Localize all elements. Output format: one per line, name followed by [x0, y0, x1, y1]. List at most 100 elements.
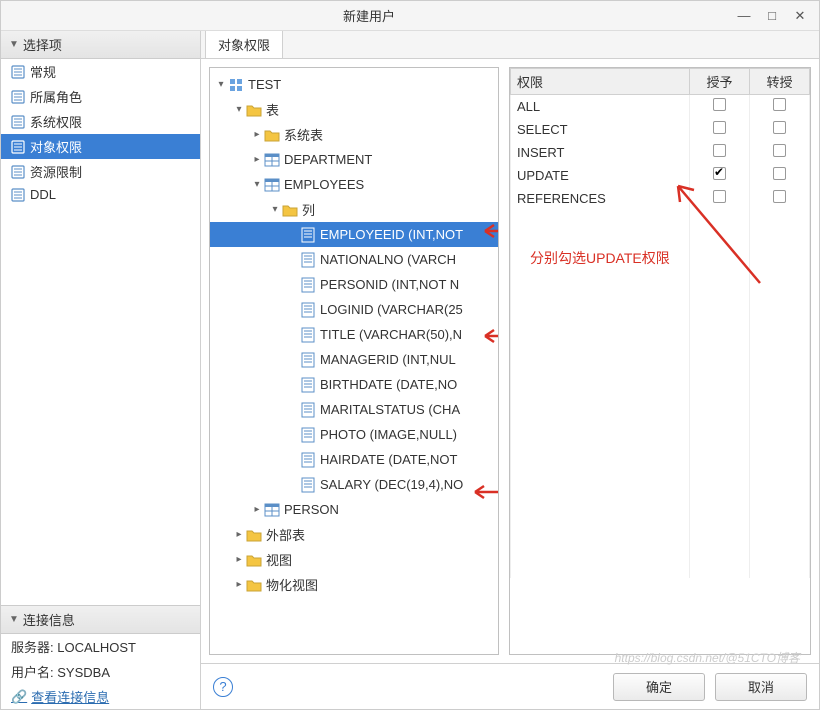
tree-toggle-icon: ▾	[232, 104, 246, 115]
username-row: 用户名: SYSDBA	[1, 659, 200, 684]
tree-toggle-icon: ▾	[268, 204, 282, 215]
grant-checkbox[interactable]	[713, 98, 726, 111]
grant-checkbox[interactable]	[713, 167, 726, 180]
perm-row: SELECT	[511, 118, 810, 141]
perm-row-empty	[511, 394, 810, 417]
close-button[interactable]: ✕	[793, 9, 807, 23]
perm-row-empty	[511, 256, 810, 279]
tree-column[interactable]: TITLE (VARCHAR(50),N	[210, 322, 498, 347]
nav-item[interactable]: 所属角色	[1, 84, 200, 109]
tree-node-label: SALARY (DEC(19,4),NO	[320, 477, 463, 492]
tree-node-icon	[300, 402, 316, 418]
tree-column[interactable]: EMPLOYEEID (INT,NOT	[210, 222, 498, 247]
perm-row-empty	[511, 555, 810, 578]
tree-node-label: 外部表	[266, 525, 305, 544]
tree-node-icon	[300, 327, 316, 343]
nav-item[interactable]: 系统权限	[1, 109, 200, 134]
col-grant[interactable]: 授予	[690, 69, 750, 95]
cancel-button[interactable]: 取消	[715, 673, 807, 701]
col-permission[interactable]: 权限	[511, 69, 690, 95]
tree-folder-columns[interactable]: ▾列	[210, 197, 498, 222]
server-row: 服务器: LOCALHOST	[1, 634, 200, 659]
collapse-icon: ▼	[9, 39, 19, 50]
nav-item[interactable]: 资源限制	[1, 159, 200, 184]
maximize-button[interactable]: □	[765, 9, 779, 23]
view-connection-link[interactable]: 🔗 查看连接信息	[11, 687, 190, 706]
perm-row-empty	[511, 417, 810, 440]
perm-row-empty	[511, 279, 810, 302]
tree-table-person[interactable]: ▸PERSON	[210, 497, 498, 522]
tree-toggle-icon: ▾	[214, 79, 228, 90]
grant-checkbox[interactable]	[713, 144, 726, 157]
perm-name: REFERENCES	[511, 187, 690, 210]
nav-item[interactable]: DDL	[1, 184, 200, 205]
perm-name: SELECT	[511, 118, 690, 141]
tree-folder-tables[interactable]: ▾表	[210, 97, 498, 122]
tree-column[interactable]: PERSONID (INT,NOT N	[210, 272, 498, 297]
tree-folder-ext-tables[interactable]: ▸ 外部表	[210, 522, 498, 547]
tree-table-employees[interactable]: ▾EMPLOYEES	[210, 172, 498, 197]
perm-row: ALL	[511, 95, 810, 118]
tree-node-icon	[300, 377, 316, 393]
ok-button[interactable]: 确定	[613, 673, 705, 701]
tree-toggle-icon: ▸	[232, 529, 246, 540]
title-bar: 新建用户 — □ ✕	[1, 1, 819, 31]
tree-node-label: TEST	[248, 77, 281, 92]
tree-column[interactable]: BIRTHDATE (DATE,NO	[210, 372, 498, 397]
tree-folder-mat-views[interactable]: ▸物化视图	[210, 572, 498, 597]
link-icon: 🔗	[11, 689, 27, 705]
permissions-panel: 权限 授予 转授 ALLSELECTINSERTUPDATEREFERENCES…	[509, 67, 811, 655]
tree-table-department[interactable]: ▸DEPARTMENT	[210, 147, 498, 172]
tree-node-icon	[300, 452, 316, 468]
page-icon	[11, 65, 25, 79]
transfer-checkbox[interactable]	[773, 144, 786, 157]
tree-node-icon	[282, 202, 298, 218]
tree-column[interactable]: HAIRDATE (DATE,NOT	[210, 447, 498, 472]
tree-node-label: 表	[266, 100, 279, 119]
perm-row-empty	[511, 509, 810, 532]
grant-checkbox[interactable]	[713, 121, 726, 134]
tree-db[interactable]: ▾ TEST	[210, 72, 498, 97]
watermark: https://blog.csdn.net/@51CTO博客	[615, 649, 800, 666]
perm-row-empty	[511, 325, 810, 348]
perm-row-empty	[511, 210, 810, 233]
tree-column[interactable]: NATIONALNO (VARCH	[210, 247, 498, 272]
transfer-checkbox[interactable]	[773, 190, 786, 203]
col-transfer[interactable]: 转授	[750, 69, 810, 95]
grant-checkbox[interactable]	[713, 190, 726, 203]
perm-row: INSERT	[511, 141, 810, 164]
tree-node-label: 列	[302, 200, 315, 219]
tree-folder-system-tables[interactable]: ▸系统表	[210, 122, 498, 147]
transfer-checkbox[interactable]	[773, 167, 786, 180]
perm-row-empty	[511, 486, 810, 509]
permissions-table: 权限 授予 转授 ALLSELECTINSERTUPDATEREFERENCES	[510, 68, 810, 578]
perm-row-empty	[511, 348, 810, 371]
tree-node-icon	[300, 427, 316, 443]
transfer-checkbox[interactable]	[773, 98, 786, 111]
tree-node-label: 视图	[266, 550, 292, 569]
tree-node-label: PERSON	[284, 502, 339, 517]
tree-column[interactable]: SALARY (DEC(19,4),NO	[210, 472, 498, 497]
perm-name: ALL	[511, 95, 690, 118]
object-tree[interactable]: ▾TEST▾表▸系统表▸DEPARTMENT▾EMPLOYEES▾列EMPLOY…	[209, 67, 499, 655]
tree-node-label: EMPLOYEES	[284, 177, 364, 192]
minimize-button[interactable]: —	[737, 9, 751, 23]
help-button[interactable]: ?	[213, 677, 233, 697]
perm-row-empty	[511, 532, 810, 555]
tree-column[interactable]: PHOTO (IMAGE,NULL)	[210, 422, 498, 447]
tab-object-permissions[interactable]: 对象权限	[205, 31, 283, 58]
tree-folder-views[interactable]: ▸视图	[210, 547, 498, 572]
transfer-checkbox[interactable]	[773, 121, 786, 134]
tree-column[interactable]: MARITALSTATUS (CHA	[210, 397, 498, 422]
nav-item[interactable]: 对象权限	[1, 134, 200, 159]
nav-item[interactable]: 常规	[1, 59, 200, 84]
perm-row-empty	[511, 463, 810, 486]
tree-node-icon	[264, 177, 280, 193]
tree-node-label: MANAGERID (INT,NUL	[320, 352, 456, 367]
tree-column[interactable]: MANAGERID (INT,NUL	[210, 347, 498, 372]
tree-node-icon	[246, 527, 262, 543]
tree-column[interactable]: LOGINID (VARCHAR(25	[210, 297, 498, 322]
perm-name: UPDATE	[511, 164, 690, 187]
collapse-icon: ▼	[9, 614, 19, 625]
tree-node-label: HAIRDATE (DATE,NOT	[320, 452, 457, 467]
